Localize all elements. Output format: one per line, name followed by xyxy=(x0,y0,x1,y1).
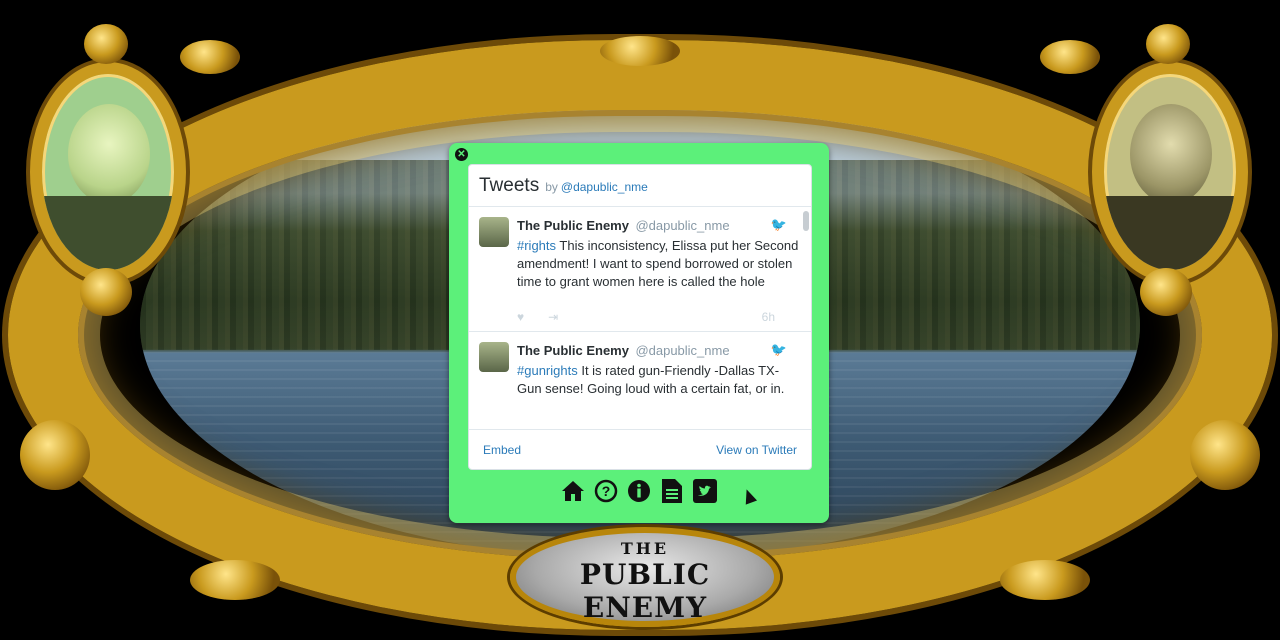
frame-ornament xyxy=(1040,40,1100,74)
avatar[interactable] xyxy=(479,217,509,247)
portrait-crest-left xyxy=(84,24,128,64)
portrait-face xyxy=(68,104,150,204)
tweet-actions: ♥ ⇥ 6h xyxy=(517,303,799,331)
portrait-suit xyxy=(1104,195,1236,270)
frame-ornament xyxy=(1000,560,1090,600)
avatar[interactable] xyxy=(479,342,509,372)
portrait-right xyxy=(1092,62,1248,282)
info-icon[interactable] xyxy=(626,477,653,504)
share-icon[interactable]: ⇥ xyxy=(548,310,558,324)
view-on-twitter-link[interactable]: View on Twitter xyxy=(716,443,797,457)
svg-text:?: ? xyxy=(602,483,611,499)
twitter-bird-icon[interactable]: 🐦 xyxy=(771,342,787,358)
document-icon[interactable] xyxy=(659,477,686,504)
timeline-title: Tweets xyxy=(479,175,540,196)
twitter-icon[interactable] xyxy=(692,477,719,504)
tweet-text: #gunrights It is rated gun-Friendly -Dal… xyxy=(517,362,799,398)
timeline-feed[interactable]: 🐦 The Public Enemy @dapublic_nme #rights… xyxy=(469,207,811,425)
tweet-hashtag-link[interactable]: #gunrights xyxy=(517,363,578,378)
portrait-suit xyxy=(42,195,174,270)
frame-ornament xyxy=(20,420,90,490)
portrait-left xyxy=(30,62,186,282)
logo-line-2: PUBLIC ENEMY xyxy=(579,558,711,624)
twitter-timeline: Tweets by @dapublic_nme 🐦 The Public Ene… xyxy=(468,164,812,470)
tweet-text: #rights This inconsistency, Elissa put h… xyxy=(517,237,799,291)
public-enemy-logo[interactable]: THE PUBLIC ENEMY xyxy=(510,527,780,627)
frame-ornament xyxy=(1190,420,1260,490)
tweet[interactable]: 🐦 The Public Enemy @dapublic_nme #rights… xyxy=(469,207,811,332)
timeline-footer: Embed View on Twitter xyxy=(469,429,811,469)
twitter-bird-icon[interactable]: 🐦 xyxy=(771,217,787,233)
close-icon[interactable]: ✕ xyxy=(455,148,468,161)
tweet-author-name[interactable]: The Public Enemy xyxy=(517,343,629,358)
embed-link[interactable]: Embed xyxy=(483,443,521,457)
tweet-timestamp[interactable]: 6h xyxy=(762,310,775,324)
widget-icon-bar: ? xyxy=(449,477,829,504)
timeline-by-label: by xyxy=(545,180,558,194)
tweet-author-name[interactable]: The Public Enemy xyxy=(517,218,629,233)
tweet-hashtag-link[interactable]: #rights xyxy=(517,238,556,253)
frame-ornament xyxy=(180,40,240,74)
timeline-header: Tweets by @dapublic_nme xyxy=(469,165,811,207)
frame-ornament xyxy=(190,560,280,600)
tweet-body: This inconsistency, Elissa put her Secon… xyxy=(517,238,799,289)
like-heart-icon[interactable]: ♥ xyxy=(517,310,524,324)
twitter-widget-panel: ✕ Tweets by @dapublic_nme 🐦 The Public E… xyxy=(449,143,829,523)
portrait-crest-left-bottom xyxy=(80,268,132,316)
logo-line-1: THE xyxy=(620,539,670,558)
frame-ornament xyxy=(600,36,680,66)
tweet[interactable]: 🐦 The Public Enemy @dapublic_nme #gunrig… xyxy=(469,332,811,398)
portrait-crest-right xyxy=(1146,24,1190,64)
portrait-crest-right-bottom xyxy=(1140,268,1192,316)
home-icon[interactable] xyxy=(560,477,587,504)
timeline-handle-link[interactable]: @dapublic_nme xyxy=(561,180,648,194)
portrait-face xyxy=(1130,104,1212,204)
tweet-author-handle[interactable]: @dapublic_nme xyxy=(635,218,729,233)
help-icon[interactable]: ? xyxy=(593,477,620,504)
tweet-author-handle[interactable]: @dapublic_nme xyxy=(635,343,729,358)
